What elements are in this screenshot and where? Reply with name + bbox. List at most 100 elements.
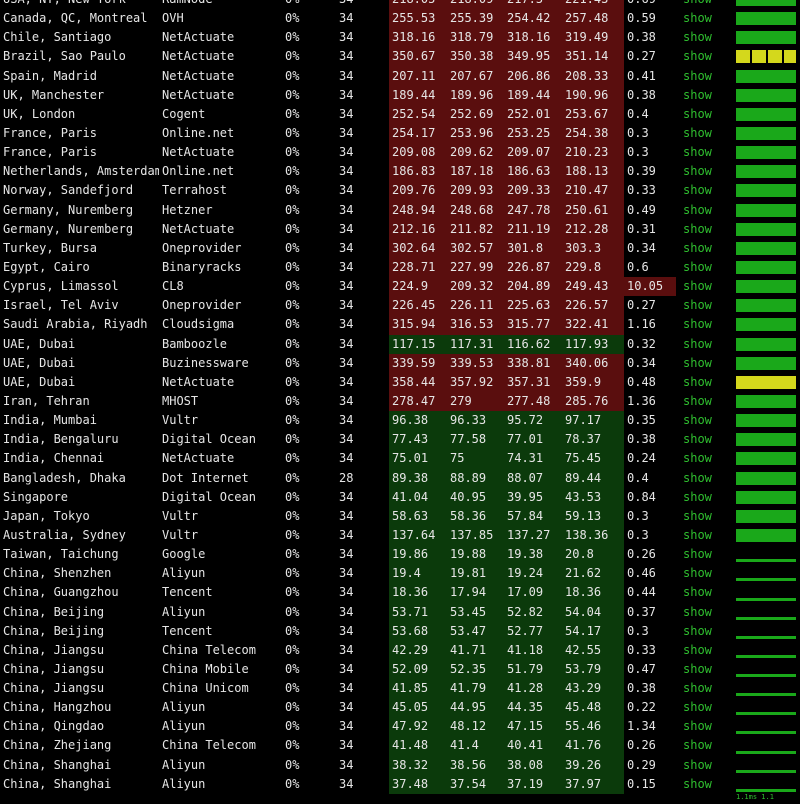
show-link[interactable]: show [683,143,728,162]
show-link[interactable]: show [683,411,728,430]
location-cell: Spain, Madrid [3,68,97,83]
latency-cells: 228.71 227.99 226.87 229.8 [389,257,624,278]
latency-graph-bar [736,528,796,542]
show-link[interactable]: show [683,28,728,47]
latency-last: 19.4 [392,566,421,581]
stdev-cell: 0.38 [627,30,656,45]
table-row: China, Jiangsu China Mobile 0% 34 52.09 52.35… [0,659,800,680]
latency-last: 52.09 [392,661,429,676]
latency-graph-bar [736,126,796,140]
show-link[interactable]: show [683,526,728,545]
sent-cell: 34 [339,451,354,466]
latency-worst: 54.17 [565,623,602,638]
latency-graph-bar [736,635,796,639]
latency-cells: 255.53 255.39 254.42 257.48 [389,9,624,29]
loss-cell: 0% [285,566,300,581]
latency-cells: 77.43 77.58 77.01 78.37 [389,430,624,450]
location-cell: India, Mumbai [3,413,97,428]
latency-last: 41.04 [392,489,429,504]
provider-cell: NetActuate [162,49,235,64]
loss-cell: 0% [285,489,300,504]
stdev-cell: 0.35 [627,413,656,428]
latency-avg: 77.58 [450,432,487,447]
latency-worst: 41.76 [565,738,602,753]
show-link[interactable]: show [683,430,728,449]
show-link[interactable]: show [683,373,728,392]
show-link[interactable]: show [683,717,728,736]
show-link[interactable]: show [683,354,728,373]
latency-last: 218.05 [392,0,435,9]
show-link[interactable]: show [683,105,728,124]
show-link[interactable]: show [683,622,728,641]
show-link[interactable]: show [683,469,728,488]
show-link[interactable]: show [683,507,728,526]
stdev-cell: 1.16 [627,317,656,332]
show-link[interactable]: show [683,756,728,775]
stdev-cell: 0.33 [627,183,656,198]
stdev-cell: 0.49 [627,202,656,217]
stdev-cell: 0.27 [627,298,656,313]
location-cell: Cyprus, Limassol [3,279,119,294]
stdev-cell: 0.46 [627,566,656,581]
show-link[interactable]: show [683,641,728,660]
latency-graph-bar [736,414,796,428]
location-cell: Germany, Nuremberg [3,202,134,217]
latency-cells: 358.44 357.92 357.31 359.9 [389,372,624,392]
latency-last: 89.38 [392,470,429,485]
show-link[interactable]: show [683,124,728,143]
show-link[interactable]: show [683,0,728,9]
show-link[interactable]: show [683,736,728,755]
show-link[interactable]: show [683,775,728,794]
sent-cell: 34 [339,355,354,370]
show-link[interactable]: show [683,239,728,258]
latency-avg: 227.99 [450,259,494,274]
show-link[interactable]: show [683,258,728,277]
show-link[interactable]: show [683,698,728,717]
loss-cell: 0% [285,0,325,9]
show-link[interactable]: show [683,296,728,315]
location-cell: China, Jiangsu [3,681,105,696]
show-link[interactable]: show [683,277,728,296]
show-link[interactable]: show [683,220,728,239]
provider-cell: OVH [162,11,184,26]
loss-cell: 0% [285,106,300,121]
location-cell: Saudi Arabia, Riyadh [3,317,148,332]
latency-graph-bar [736,356,796,370]
show-link[interactable]: show [683,603,728,622]
latency-cells: 89.38 88.89 88.07 89.44 [389,468,624,488]
provider-cell: China Unicom [162,681,249,696]
latency-avg: 279 [450,393,472,408]
show-link[interactable]: show [683,488,728,507]
show-link[interactable]: show [683,201,728,220]
latency-last: 58.63 [392,508,429,523]
show-link[interactable]: show [683,679,728,698]
latency-avg: 207.67 [450,68,494,83]
sent-cell: 34 [339,393,354,408]
show-link[interactable]: show [683,449,728,468]
table-row: China, Beijing Aliyun 0% 34 53.71 53.45 52.82 5… [0,602,800,622]
location-cell: France, Paris [3,125,97,140]
sent-cell: 34 [339,106,354,121]
provider-cell: Aliyun [162,604,206,619]
loss-cell: 0% [285,432,300,447]
table-row: Egypt, Cairo Binaryracks 0% 34 228.71 227.99 2… [0,257,800,278]
show-link[interactable]: show [683,47,728,66]
show-link[interactable]: show [683,660,728,679]
show-link[interactable]: show [683,67,728,86]
show-link[interactable]: show [683,583,728,602]
show-link[interactable]: show [683,392,728,411]
sent-cell: 34 [339,527,354,542]
show-link[interactable]: show [683,162,728,181]
latency-cells: 75.01 75 74.31 75.45 [389,449,624,469]
show-link[interactable]: show [683,545,728,564]
show-link[interactable]: show [683,9,728,28]
latency-graph-bar [736,433,796,447]
show-link[interactable]: show [683,181,728,200]
show-link[interactable]: show [683,86,728,105]
latency-cells: 218.05 218.09 217.5 221.43 [389,0,624,10]
latency-avg: 53.47 [450,623,487,638]
loss-cell: 0% [285,145,300,160]
show-link[interactable]: show [683,564,728,583]
show-link[interactable]: show [683,335,728,354]
show-link[interactable]: show [683,315,728,334]
